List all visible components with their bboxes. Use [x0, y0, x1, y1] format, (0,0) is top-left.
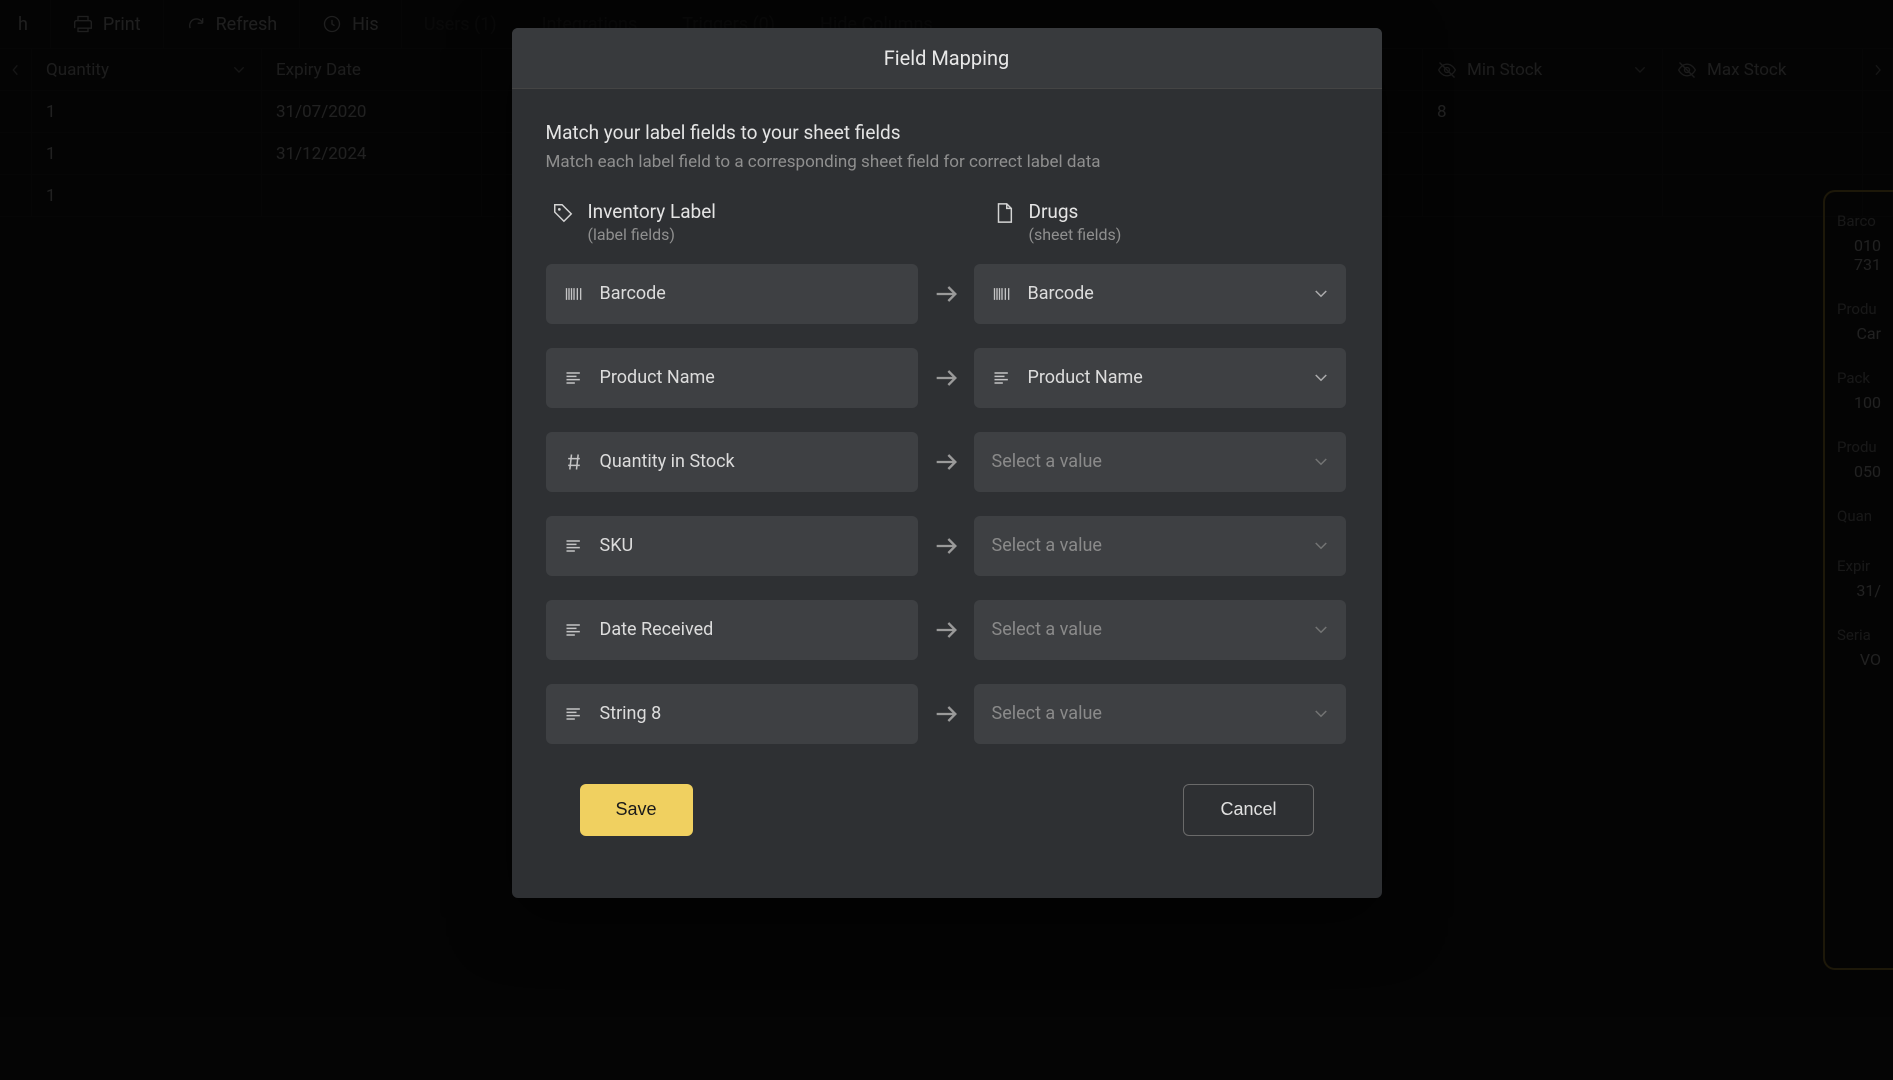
mapping-row: String 8 Select a value [546, 684, 1348, 744]
arrow-right-icon [932, 448, 960, 476]
label-field-text: Barcode [600, 283, 666, 304]
barcode-icon [992, 284, 1012, 304]
arrow-right-icon [932, 280, 960, 308]
modal-body-subtitle: Match each label field to a correspondin… [546, 152, 1348, 172]
sheet-field-select[interactable]: Select a value [974, 600, 1346, 660]
sheet-fields-column-header: Drugs (sheet fields) [993, 200, 1342, 244]
chevron-down-icon [1312, 621, 1330, 639]
sheet-field-select[interactable]: Select a value [974, 432, 1346, 492]
chevron-down-icon [1312, 705, 1330, 723]
chevron-down-icon [1312, 285, 1330, 303]
sheet-field-select[interactable]: Barcode [974, 264, 1346, 324]
save-button[interactable]: Save [580, 784, 693, 836]
label-field-text: SKU [600, 535, 634, 556]
text-icon [564, 536, 584, 556]
tag-icon [552, 202, 574, 224]
modal-body-title: Match your label fields to your sheet fi… [546, 121, 1348, 144]
sheet-col-sub: (sheet fields) [1029, 225, 1122, 244]
chevron-down-icon [1312, 537, 1330, 555]
hash-icon [564, 452, 584, 472]
sheet-field-value: Product Name [1028, 367, 1143, 388]
modal-overlay[interactable]: Field Mapping Match your label fields to… [0, 0, 1893, 1080]
mapping-row: Quantity in Stock Select a value [546, 432, 1348, 492]
mapping-row: Product Name Product Name [546, 348, 1348, 408]
mapping-row: Barcode Barcode [546, 264, 1348, 324]
arrow-right-icon [932, 616, 960, 644]
sheet-field-value: Select a value [992, 451, 1102, 472]
label-field-text: String 8 [600, 703, 662, 724]
mapping-row: Date Received Select a value [546, 600, 1348, 660]
sheet-field-value: Select a value [992, 619, 1102, 640]
label-field-text: Product Name [600, 367, 715, 388]
text-icon [564, 620, 584, 640]
cancel-button[interactable]: Cancel [1183, 784, 1313, 836]
sheet-field-value: Barcode [1028, 283, 1094, 304]
sheet-col-title: Drugs [1029, 200, 1122, 225]
label-field: Quantity in Stock [546, 432, 918, 492]
label-field: Barcode [546, 264, 918, 324]
text-icon [564, 368, 584, 388]
arrow-right-icon [932, 532, 960, 560]
label-field: SKU [546, 516, 918, 576]
sheet-field-value: Select a value [992, 535, 1102, 556]
label-col-sub: (label fields) [588, 225, 716, 244]
field-mapping-modal: Field Mapping Match your label fields to… [512, 28, 1382, 898]
sheet-field-select[interactable]: Product Name [974, 348, 1346, 408]
mapping-row: SKU Select a value [546, 516, 1348, 576]
label-field-text: Date Received [600, 619, 714, 640]
sheet-field-select[interactable]: Select a value [974, 684, 1346, 744]
text-icon [564, 704, 584, 724]
label-fields-column-header: Inventory Label (label fields) [552, 200, 901, 244]
label-col-title: Inventory Label [588, 200, 716, 225]
modal-title: Field Mapping [512, 28, 1382, 89]
sheet-field-select[interactable]: Select a value [974, 516, 1346, 576]
sheet-icon [993, 202, 1015, 224]
sheet-field-value: Select a value [992, 703, 1102, 724]
chevron-down-icon [1312, 369, 1330, 387]
text-icon [992, 368, 1012, 388]
arrow-right-icon [932, 364, 960, 392]
label-field: String 8 [546, 684, 918, 744]
chevron-down-icon [1312, 453, 1330, 471]
barcode-icon [564, 284, 584, 304]
label-field: Date Received [546, 600, 918, 660]
label-field-text: Quantity in Stock [600, 451, 735, 472]
label-field: Product Name [546, 348, 918, 408]
arrow-right-icon [932, 700, 960, 728]
